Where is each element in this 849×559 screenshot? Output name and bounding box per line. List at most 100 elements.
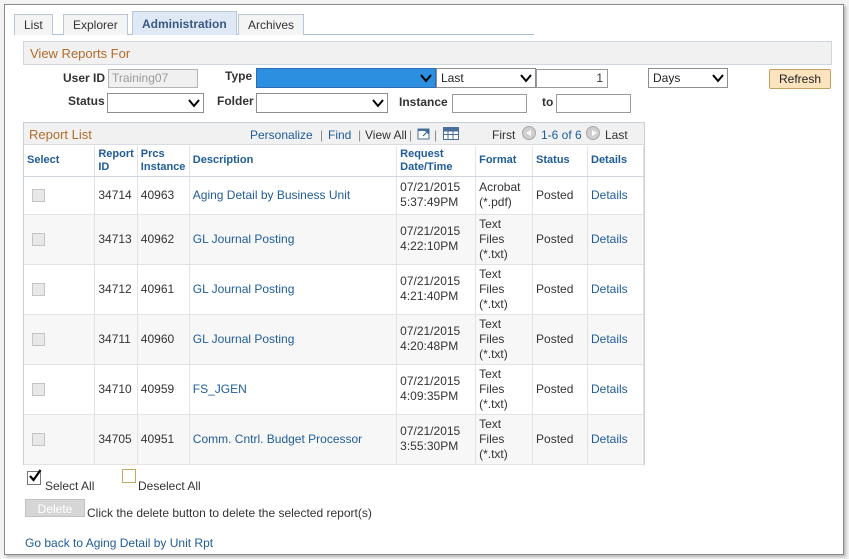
tab-list[interactable]: List	[14, 14, 53, 35]
instance-from-field[interactable]	[452, 94, 527, 113]
instance-cell: 40960	[137, 314, 190, 365]
status-select[interactable]	[107, 93, 204, 113]
find-link[interactable]: Find	[328, 128, 351, 142]
row-select-checkbox[interactable]	[32, 188, 45, 202]
status-cell: Posted	[532, 314, 588, 365]
col-description[interactable]: Description	[189, 146, 398, 177]
new-window-icon[interactable]	[417, 127, 431, 140]
first-link[interactable]: First	[492, 128, 515, 142]
details-link[interactable]: Details	[591, 188, 628, 202]
description-cell: Aging Detail by Business Unit	[189, 176, 398, 215]
page-frame: List Explorer Administration Archives Vi…	[4, 4, 844, 555]
type-select[interactable]	[256, 68, 436, 88]
separator: |	[358, 128, 362, 142]
row-select-checkbox[interactable]	[32, 382, 45, 396]
deselect-all-label[interactable]: Deselect All	[138, 479, 201, 493]
table-row: 34714 40963 Aging Detail by Business Unit 0…	[24, 176, 644, 215]
folder-select[interactable]	[256, 93, 388, 113]
select-all-checkbox[interactable]	[27, 469, 42, 485]
description-link[interactable]: Aging Detail by Business Unit	[193, 188, 350, 202]
row-select-checkbox[interactable]	[32, 232, 45, 246]
deselect-all-checkbox[interactable]	[122, 469, 136, 483]
description-link[interactable]: FS_JGEN	[193, 382, 247, 396]
col-report-id[interactable]: Report ID	[94, 146, 138, 177]
details-cell: Details	[587, 364, 644, 415]
chevron-down-icon	[712, 74, 724, 83]
instance-to-field[interactable]	[556, 94, 631, 113]
description-link[interactable]: GL Journal Posting	[193, 282, 295, 296]
checkmark-icon	[29, 469, 42, 482]
request-date: 07/21/2015	[400, 180, 461, 194]
request-date: 07/21/2015	[400, 224, 461, 238]
folder-label: Folder	[217, 94, 254, 108]
user-id-label: User ID	[63, 71, 106, 85]
col-request-datetime[interactable]: Request Date/Time	[396, 146, 477, 177]
last-link[interactable]: Last	[605, 128, 628, 142]
instance-cell: 40951	[137, 414, 190, 465]
tab-administration[interactable]: Administration	[132, 11, 237, 35]
details-link[interactable]: Details	[591, 232, 628, 246]
details-cell: Details	[587, 414, 644, 465]
days-select-value: Days	[653, 71, 681, 85]
status-label: Status	[68, 94, 105, 108]
request-time: 4:21:40PM	[400, 289, 459, 303]
status-cell: Posted	[532, 264, 588, 315]
select-all-label[interactable]: Select All	[45, 479, 94, 493]
refresh-button[interactable]: Refresh	[769, 69, 831, 89]
report-id-cell: 34705	[94, 414, 138, 465]
tab-explorer[interactable]: Explorer	[63, 14, 128, 35]
select-cell	[24, 414, 96, 465]
row-select-checkbox[interactable]	[32, 432, 45, 446]
details-link[interactable]: Details	[591, 432, 628, 446]
table-row: 34710 40959 FS_JGEN 07/21/2015 4:09:35PM Text…	[24, 364, 644, 415]
days-select[interactable]: Days	[648, 68, 728, 88]
col-report-id-label: Report ID	[98, 147, 134, 173]
row-select-checkbox[interactable]	[32, 282, 45, 296]
last-number-field[interactable]: 1	[536, 69, 608, 88]
last-select[interactable]: Last	[436, 68, 536, 88]
request-date: 07/21/2015	[400, 424, 461, 438]
request-datetime-cell: 07/21/2015 4:21:40PM	[396, 264, 477, 315]
status-cell: Posted	[532, 364, 588, 415]
description-link[interactable]: GL Journal Posting	[193, 332, 295, 346]
select-cell	[24, 264, 96, 315]
select-cell	[24, 176, 96, 215]
delete-hint: Click the delete button to delete the se…	[87, 506, 372, 520]
details-link[interactable]: Details	[591, 282, 628, 296]
details-cell: Details	[587, 214, 644, 265]
request-datetime-cell: 07/21/2015 4:22:10PM	[396, 214, 477, 265]
request-time: 4:22:10PM	[400, 239, 459, 253]
last-select-value: Last	[441, 71, 464, 85]
chevron-down-icon	[520, 74, 532, 83]
request-time: 4:20:48PM	[400, 339, 459, 353]
table-row: 34711 40960 GL Journal Posting 07/21/2015 4:…	[24, 314, 644, 365]
col-format[interactable]: Format	[475, 146, 534, 177]
select-cell	[24, 364, 96, 415]
view-reports-for-header: View Reports For	[23, 41, 832, 65]
description-cell: FS_JGEN	[189, 364, 398, 415]
report-id-cell: 34711	[94, 314, 138, 365]
col-status[interactable]: Status	[532, 146, 588, 177]
delete-button[interactable]: Delete	[25, 499, 85, 517]
tab-archives[interactable]: Archives	[238, 14, 305, 35]
personalize-link[interactable]: Personalize	[250, 128, 313, 142]
col-prcs-instance-label: Prcs Instance	[140, 147, 186, 173]
description-link[interactable]: Comm. Cntrl. Budget Processor	[193, 432, 362, 446]
next-icon[interactable]	[586, 126, 600, 140]
go-back-link[interactable]: Go back to Aging Detail by Unit Rpt	[25, 536, 213, 550]
view-all-link[interactable]: View All	[365, 128, 407, 142]
format-cell: Text Files (*.txt)	[475, 314, 534, 365]
request-datetime-cell: 07/21/2015 3:55:30PM	[396, 414, 477, 465]
description-link[interactable]: GL Journal Posting	[193, 232, 295, 246]
details-link[interactable]: Details	[591, 332, 628, 346]
col-prcs-instance[interactable]: Prcs Instance	[137, 146, 190, 177]
table-row: 34713 40962 GL Journal Posting 07/21/2015 4:…	[24, 214, 644, 265]
row-select-checkbox[interactable]	[32, 332, 45, 346]
spreadsheet-icon[interactable]	[443, 127, 459, 140]
instance-cell: 40963	[137, 176, 190, 215]
report-list-grid: Report List Personalize | Find | View Al…	[23, 122, 645, 465]
tab-bar: List Explorer Administration Archives	[14, 11, 534, 35]
details-link[interactable]: Details	[591, 382, 628, 396]
report-list-title: Report List	[29, 127, 92, 142]
previous-icon[interactable]	[522, 126, 536, 140]
